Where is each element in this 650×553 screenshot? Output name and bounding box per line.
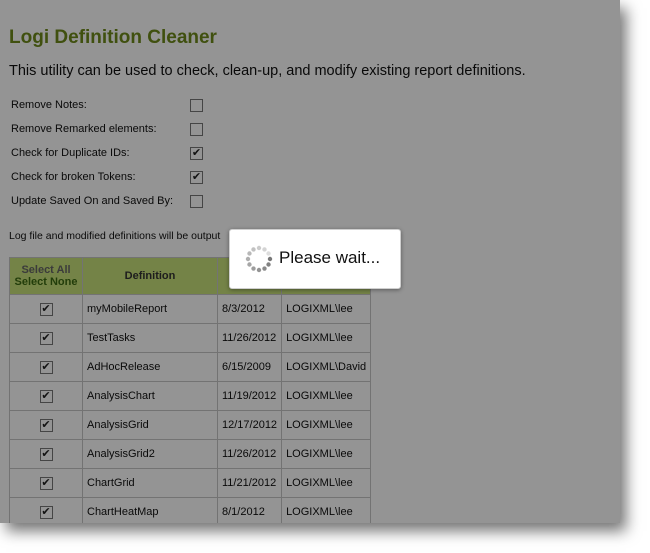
spinner-dot — [256, 267, 262, 273]
spinner-dot — [262, 247, 267, 252]
spinner-dot — [256, 245, 262, 251]
please-wait-dialog: Please wait... — [229, 229, 401, 289]
app-window: Logi Definition Cleaner This utility can… — [0, 0, 620, 523]
please-wait-text: Please wait... — [279, 248, 381, 267]
spinner-dot — [251, 266, 256, 271]
spinner-dot — [251, 247, 256, 252]
spinner-dot — [267, 256, 273, 262]
spinner-dot — [247, 251, 252, 256]
spinner-dot — [266, 262, 271, 267]
spinner-icon — [245, 245, 273, 273]
spinner-dot — [262, 266, 267, 271]
spinner-dot — [245, 256, 251, 262]
spinner-dot — [266, 251, 271, 256]
spinner-dot — [247, 262, 252, 267]
